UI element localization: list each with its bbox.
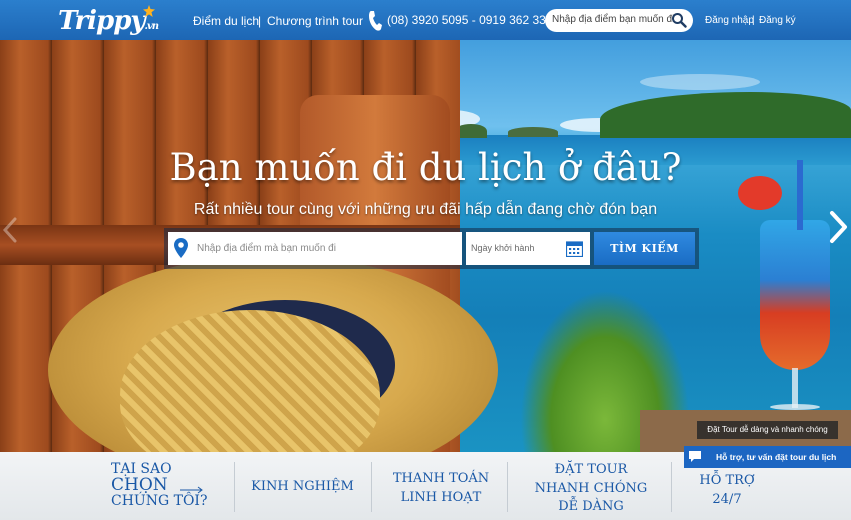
search-button[interactable]: TÌM KIẾM (594, 232, 695, 265)
feature-booking-line-3: DỄ DÀNG (558, 499, 624, 514)
support-chat-label: Hỗ trợ, tư vấn đặt tour du lịch (716, 452, 837, 462)
register-link[interactable]: Đăng ký (759, 15, 796, 26)
login-link[interactable]: Đăng nhập (705, 15, 754, 26)
nav-item-tour-programs[interactable]: Chương trình tour (267, 14, 363, 28)
feature-payment-line-1: THANH TOÁN (392, 471, 490, 486)
phone-icon (369, 11, 382, 31)
feature-divider (234, 462, 235, 512)
hero-title: Bạn muốn đi du lịch ở đâu? (169, 146, 682, 189)
logo-star-icon (143, 5, 155, 17)
why-choose-us: TẠI SAO CHỌN CHÚNG TÔI? (111, 461, 207, 509)
feature-experience-label: KINH NGHIỆM (251, 479, 354, 494)
why-line-3: CHÚNG TÔI? (111, 493, 208, 509)
feature-support-line-2: 24/7 (712, 492, 742, 507)
logo-text: Trippy (58, 6, 145, 36)
feature-divider (671, 462, 672, 512)
feature-support: HỖ TRỢ 24/7 (674, 471, 780, 509)
feature-support-line-1: HỖ TRỢ (699, 473, 755, 488)
search-icon[interactable] (671, 12, 687, 28)
chat-icon (689, 451, 701, 462)
phone-number[interactable]: (08) 3920 5095 - 0919 362 333 (387, 13, 552, 27)
calendar-icon[interactable] (566, 240, 583, 257)
logo-suffix: .vn (144, 21, 160, 32)
nav-separator: | (258, 14, 262, 28)
nav-item-destinations[interactable]: Điểm du lịch (193, 14, 259, 28)
feature-booking-line-1: ĐẶT TOUR (554, 462, 628, 477)
feature-booking-line-2: NHANH CHÓNG (534, 480, 648, 496)
feature-experience: KINH NGHIỆM (240, 479, 365, 494)
feature-payment-line-2: LINH HOẠT (400, 490, 482, 505)
destination-placeholder: Nhập địa điểm mà bạn muốn đi (197, 243, 336, 254)
header-search-placeholder: Nhập địa điểm bạn muốn đi (552, 14, 675, 25)
chevron-right-icon[interactable] (828, 210, 848, 244)
feature-divider (371, 462, 372, 512)
map-pin-icon (174, 238, 188, 258)
departure-date-placeholder: Ngày khởi hành (471, 243, 535, 253)
feature-divider (507, 462, 508, 512)
hero-subtitle: Rất nhiều tour cùng với những ưu đãi hấp… (193, 201, 658, 218)
feature-quick-booking: ĐẶT TOUR NHANH CHÓNG DỄ DÀNG (515, 461, 667, 517)
feature-flexible-payment: THANH TOÁN LINH HOẠT (378, 469, 504, 507)
hero-banner (0, 0, 851, 452)
chevron-left-icon[interactable] (2, 216, 18, 244)
header-search-input[interactable]: Nhập địa điểm bạn muốn đi (545, 9, 693, 32)
auth-separator: | (752, 15, 755, 26)
arrow-right-icon (180, 486, 203, 494)
booking-tooltip: Đặt Tour dễ dàng và nhanh chóng (697, 421, 838, 439)
